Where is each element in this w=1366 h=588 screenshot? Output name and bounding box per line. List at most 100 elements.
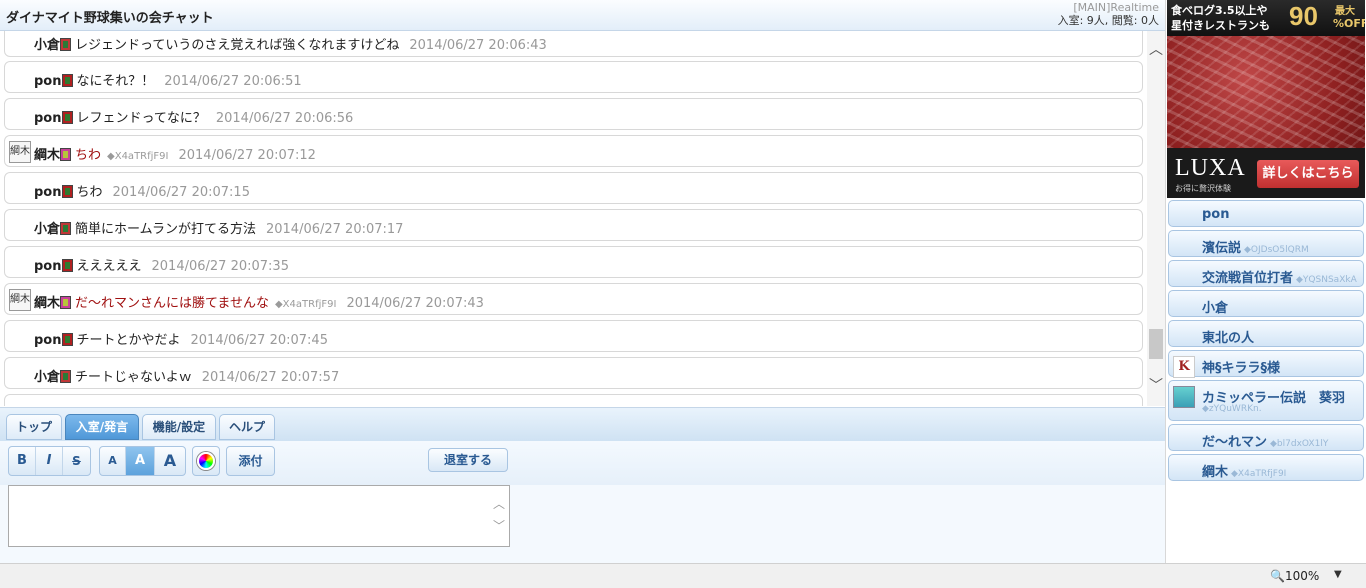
input-scroll-up-icon[interactable]: ︿ (493, 495, 505, 512)
user-name: 東北の人 (1202, 331, 1255, 346)
scroll-thumb[interactable] (1149, 329, 1163, 359)
tab-settings[interactable]: 機能/設定 (142, 414, 216, 440)
user-trip: ◆OJDsO5lQRM (1244, 245, 1309, 255)
user-trip: ◆X4aTRfjF9I (1231, 469, 1287, 479)
message-username[interactable]: 綱木 (34, 296, 60, 311)
user-status-icon (61, 111, 73, 124)
user-avatar[interactable]: 綱木 (9, 289, 31, 311)
leave-room-button[interactable]: 退室する (428, 448, 508, 472)
user-list-item[interactable]: K 神§キララ§様 (1168, 350, 1364, 378)
room-info: [MAIN]Realtime 入室: 9人, 閲覧: 0人 (1058, 1, 1159, 27)
font-large-button[interactable]: A (155, 447, 185, 475)
message-input[interactable] (8, 485, 510, 547)
ad-max: 最大 (1335, 6, 1355, 17)
user-list-item[interactable]: 小倉 (1168, 290, 1364, 317)
user-trip: ◆zYQuWRKn. (1202, 404, 1262, 414)
user-avatar[interactable]: 綱木 (9, 141, 31, 163)
message-text: えええええ (76, 259, 142, 274)
message-username[interactable]: pon (34, 111, 62, 126)
message-row: 綱木 綱木 ちわ ◆X4aTRfjF9I 2014/06/27 20:07:12 (4, 135, 1143, 167)
user-list-item[interactable]: pon (1168, 200, 1364, 227)
message-username[interactable]: 小倉 (34, 370, 60, 385)
message-text: チートじゃないよｗ (75, 370, 192, 385)
user-trip: ◆YQSNSaXkA (1296, 275, 1357, 285)
user-list-item[interactable]: 綱木 ◆X4aTRfjF9I (1168, 454, 1364, 481)
user-name: 交流戦首位打者 (1202, 271, 1294, 286)
user-trip: ◆bl7dxOX1lY (1270, 439, 1329, 449)
message-trip: ◆X4aTRfjF9I (274, 299, 337, 310)
message-timestamp: 2014/06/27 20:07:15 (112, 185, 250, 200)
user-status-icon (61, 259, 73, 272)
message-scrollbar[interactable]: ︿ ﹀ (1147, 31, 1165, 406)
attach-button[interactable]: 添付 (226, 446, 275, 476)
message-timestamp: 2014/06/27 20:06:56 (215, 111, 354, 126)
message-username[interactable]: pon (34, 259, 62, 274)
scroll-up-icon[interactable]: ︿ (1147, 41, 1165, 59)
strike-button[interactable]: S (63, 447, 90, 475)
italic-button[interactable]: I (36, 447, 63, 475)
message-text: 簡単にホームランが打てる方法 (75, 222, 256, 237)
message-timestamp: 2014/06/27 20:06:51 (164, 74, 302, 89)
message-username[interactable]: pon (34, 185, 62, 200)
message-timestamp: 2014/06/27 20:07:45 (190, 333, 328, 348)
message-row: 小倉 簡単にホームランが打てる方法 2014/06/27 20:07:17 (4, 209, 1143, 241)
room-stats: 入室: 9人, 閲覧: 0人 (1057, 14, 1159, 27)
message-text: ちわ (75, 148, 102, 163)
user-name: pon (1202, 207, 1230, 222)
user-name: だ〜れマン (1202, 435, 1268, 450)
ad-line2: 星付きレストランも (1171, 19, 1270, 32)
message-list[interactable]: 小倉 レジェンドっていうのさえ覚えれば強くなれますけどね 2014/06/27 20… (0, 31, 1143, 406)
user-status-icon (60, 38, 72, 51)
user-name: 小倉 (1202, 301, 1229, 316)
message-row: 綱木 綱木 だ〜れマンさんには勝てませんな ◆X4aTRfjF9I 2014/06/27… (4, 283, 1143, 315)
message-text: レフェンドってなに？ (76, 111, 206, 126)
message-username[interactable]: 綱木 (34, 148, 60, 163)
message-timestamp: 2014/06/27 20:07:57 (201, 370, 340, 385)
user-list-item[interactable]: 東北の人 (1168, 320, 1364, 347)
user-list-item[interactable]: 交流戦首位打者 ◆YQSNSaXkA (1168, 260, 1364, 287)
message-username[interactable]: pon (34, 333, 62, 348)
message-username[interactable]: 小倉 (34, 222, 60, 237)
user-status-icon (61, 185, 73, 198)
message-text: ちわ (76, 185, 103, 200)
user-list-item[interactable]: だ〜れマン ◆bl7dxOX1lY (1168, 424, 1364, 451)
message-username[interactable]: pon (34, 74, 62, 89)
message-row: 小倉 レジェンドっていうのさえ覚えれば強くなれますけどね 2014/06/27 20… (4, 31, 1143, 57)
font-size-group: A A A (99, 446, 186, 476)
user-status-icon (60, 296, 72, 309)
message-row-partial (4, 394, 1143, 406)
tab-top[interactable]: トップ (6, 414, 62, 440)
message-text: チートとかやだよ (76, 333, 181, 348)
user-list-item[interactable]: 濱伝説 ◆OJDsO5lQRM (1168, 230, 1364, 257)
input-scroll-down-icon[interactable]: ﹀ (493, 517, 505, 534)
color-picker-button[interactable] (192, 446, 220, 476)
message-text: だ〜れマンさんには勝てませんな (75, 296, 269, 311)
user-list-item[interactable]: カミッペラー伝説 葵羽 ◆zYQuWRKn. (1168, 380, 1364, 421)
font-medium-button[interactable]: A (126, 447, 155, 475)
font-small-button[interactable]: A (100, 447, 126, 475)
message-row: 小倉 チートじゃないよｗ 2014/06/27 20:07:57 (4, 357, 1143, 389)
scroll-down-icon[interactable]: ﹀ (1147, 377, 1165, 395)
zoom-level[interactable]: 100% (1285, 569, 1319, 583)
zoom-dropdown-icon[interactable]: ▼ (1334, 569, 1342, 580)
ad-discount: 90 (1289, 1, 1318, 31)
user-avatar (1173, 386, 1195, 408)
user-name: 神§キララ§様 (1202, 361, 1281, 376)
zoom-icon[interactable]: 🔍 (1270, 569, 1285, 583)
ad-off: %OFF (1333, 17, 1365, 30)
tab-enter-post[interactable]: 入室/発言 (65, 414, 139, 440)
user-status-icon (60, 222, 72, 235)
message-row: pon チートとかやだよ 2014/06/27 20:07:45 (4, 320, 1143, 352)
ad-cta-button[interactable]: 詳しくはこちら (1257, 160, 1359, 188)
message-username[interactable]: 小倉 (34, 38, 60, 53)
status-bar: 🔍 100% ▼ (0, 563, 1366, 588)
message-timestamp: 2014/06/27 20:07:35 (151, 259, 289, 274)
sidebar: 食べログ3.5以上や 星付きレストランも 90 最大 %OFF LUXA お得に… (1165, 0, 1366, 563)
bold-button[interactable]: B (9, 447, 36, 475)
message-timestamp: 2014/06/27 20:06:43 (409, 38, 547, 53)
message-row: pon ちわ 2014/06/27 20:07:15 (4, 172, 1143, 204)
user-status-icon (60, 370, 72, 383)
tab-help[interactable]: ヘルプ (219, 414, 275, 440)
ad-banner[interactable]: 食べログ3.5以上や 星付きレストランも 90 最大 %OFF LUXA お得に… (1167, 0, 1365, 198)
message-row: pon えええええ 2014/06/27 20:07:35 (4, 246, 1143, 278)
